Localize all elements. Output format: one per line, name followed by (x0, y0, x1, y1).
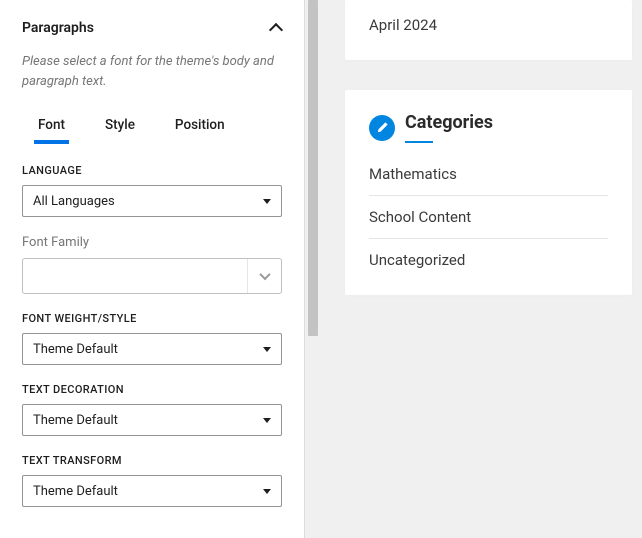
tab-style[interactable]: Style (105, 109, 135, 143)
field-text-decoration: TEXT DECORATION Theme Default (22, 383, 282, 436)
select-font-weight-value: Theme Default (33, 342, 118, 357)
tab-font[interactable]: Font (38, 109, 65, 143)
label-language: LANGUAGE (22, 164, 282, 177)
chevron-down-icon (263, 418, 271, 423)
section-body: Please select a font for the theme's bod… (0, 52, 304, 538)
select-text-transform[interactable]: Theme Default (22, 475, 282, 507)
select-font-weight[interactable]: Theme Default (22, 333, 282, 365)
field-font-weight: FONT WEIGHT/STYLE Theme Default (22, 312, 282, 365)
category-list: Mathematics School Content Uncategorized (369, 165, 608, 269)
select-text-decoration[interactable]: Theme Default (22, 404, 282, 436)
field-font-family: Font Family (22, 235, 282, 294)
select-language-value: All Languages (33, 194, 115, 209)
section-description: Please select a font for the theme's bod… (22, 52, 282, 91)
field-text-transform: TEXT TRANSFORM Theme Default (22, 454, 282, 507)
category-link[interactable]: School Content (369, 196, 608, 239)
label-font-weight: FONT WEIGHT/STYLE (22, 312, 282, 325)
label-text-decoration: TEXT DECORATION (22, 383, 282, 396)
combobox-font-family-value (23, 259, 247, 293)
edit-shortcut-button[interactable] (369, 115, 395, 141)
chevron-down-icon (259, 269, 270, 280)
chevron-down-icon (263, 489, 271, 494)
section-title: Paragraphs (22, 20, 94, 36)
field-language: LANGUAGE All Languages (22, 164, 282, 217)
archive-link[interactable]: April 2024 (369, 16, 608, 34)
typography-tabs: Font Style Position (22, 109, 282, 144)
widget-title: Categories (405, 112, 493, 143)
combobox-toggle[interactable] (247, 259, 281, 293)
chevron-down-icon (263, 199, 271, 204)
widget-header: Categories (369, 106, 608, 143)
select-text-decoration-value: Theme Default (33, 413, 118, 428)
customizer-panel: Paragraphs Please select a font for the … (0, 0, 305, 538)
select-text-transform-value: Theme Default (33, 484, 118, 499)
widget-categories: Categories Mathematics School Content Un… (345, 90, 632, 295)
combobox-font-family[interactable] (22, 258, 282, 294)
scrollbar-thumb[interactable] (308, 0, 318, 336)
site-preview: April 2024 Categories Mathematics School… (305, 0, 642, 538)
category-link[interactable]: Mathematics (369, 165, 608, 196)
label-font-family: Font Family (22, 235, 282, 250)
chevron-down-icon (263, 347, 271, 352)
pencil-icon (376, 122, 388, 134)
select-language[interactable]: All Languages (22, 185, 282, 217)
label-text-transform: TEXT TRANSFORM (22, 454, 282, 467)
tab-position[interactable]: Position (175, 109, 225, 143)
widget-archive: April 2024 (345, 0, 632, 60)
category-link[interactable]: Uncategorized (369, 239, 608, 269)
section-header-paragraphs[interactable]: Paragraphs (0, 0, 304, 52)
chevron-up-icon (270, 22, 282, 34)
